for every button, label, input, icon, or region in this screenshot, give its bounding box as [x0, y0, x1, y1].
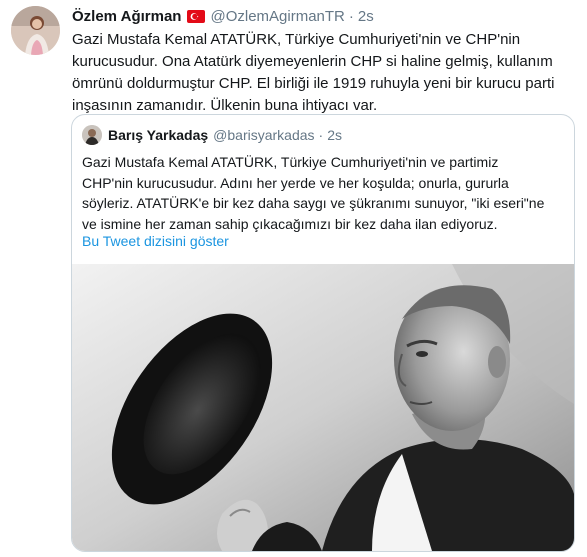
quoted-timestamp: 2s [327, 127, 342, 143]
author-name[interactable]: Özlem Ağırman [72, 8, 181, 25]
turkey-flag-icon [187, 9, 206, 23]
quoted-tweet-text: Gazi Mustafa Kemal ATATÜRK, Türkiye Cumh… [82, 152, 568, 234]
tweet-timestamp[interactable]: 2s [358, 8, 374, 25]
quoted-text-line: CHP'nin kurucusudur. Adını her yerde ve … [82, 174, 509, 191]
quoted-author-avatar [82, 125, 102, 145]
tweet-text-line: ömrünü doldurmuştur CHP. El birliği ile … [72, 75, 555, 92]
quoted-tweet-photo[interactable] [72, 264, 574, 551]
quoted-tweet[interactable]: Barış Yarkadaş @barisyarkadas · 2s Gazi … [71, 114, 575, 552]
quoted-author-handle: @barisyarkadas [213, 127, 315, 143]
quoted-text-line: söyleriz. ATATÜRK'e bir kez daha saygı v… [82, 195, 545, 211]
tweet-text-line: kurucusudur. Ona Atatürk diyemeyenlerin … [72, 53, 553, 70]
tweet: Özlem Ağırman @OzlemAgirmanTR · 2s Gazi … [0, 0, 587, 557]
author-avatar[interactable] [11, 6, 60, 55]
quoted-separator-dot: · [318, 127, 324, 143]
quoted-text-line: ve ismine her zaman sahip çıkacağımızı b… [82, 215, 498, 232]
quoted-author-name: Barış Yarkadaş [108, 127, 209, 143]
quoted-text-line: Gazi Mustafa Kemal ATATÜRK, Türkiye Cumh… [82, 154, 499, 170]
separator-dot: · [348, 7, 354, 25]
tweet-text: Gazi Mustafa Kemal ATATÜRK, Türkiye Cumh… [72, 29, 572, 117]
quoted-tweet-header: Barış Yarkadaş @barisyarkadas · 2s [82, 125, 342, 145]
tweet-text-line: Gazi Mustafa Kemal ATATÜRK, Türkiye Cumh… [72, 31, 521, 48]
show-thread-link[interactable]: Bu Tweet dizisini göster [82, 233, 229, 249]
tweet-header: Özlem Ağırman @OzlemAgirmanTR · 2s [72, 6, 374, 26]
author-handle[interactable]: @OzlemAgirmanTR [210, 8, 344, 25]
